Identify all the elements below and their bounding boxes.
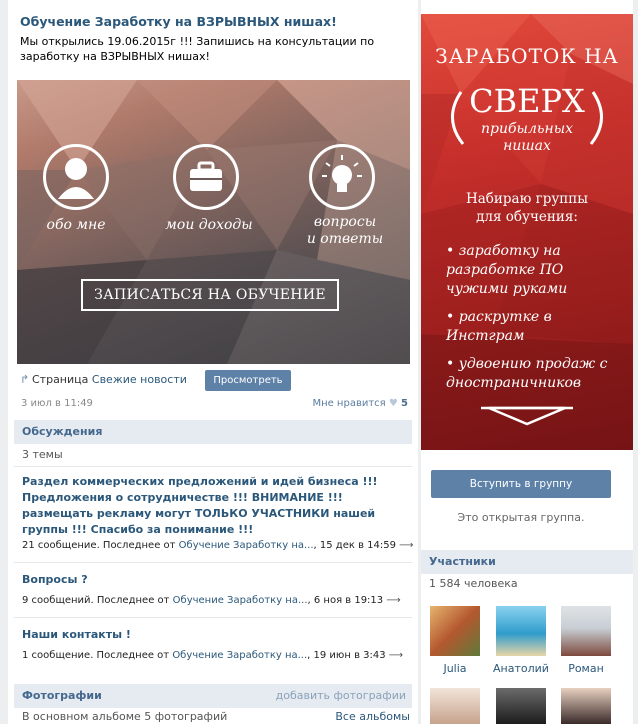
- album-text: В основном альбоме 5 фотографий: [22, 710, 228, 723]
- avatar[interactable]: [430, 688, 480, 724]
- briefcase-icon: [190, 161, 222, 191]
- member-name[interactable]: Анатолий: [489, 662, 553, 675]
- like-count: 5: [401, 398, 408, 409]
- promo-line3: прибыльных нишах: [481, 121, 573, 154]
- discussions-title[interactable]: Обсуждения: [22, 425, 102, 438]
- topic-meta-author[interactable]: Обучение Заработку на...: [172, 650, 307, 661]
- divider: [14, 617, 412, 618]
- signup-cta-button[interactable]: ЗАПИСАТЬСЯ НА ОБУЧЕНИЕ: [81, 279, 339, 311]
- arrow-right-icon[interactable]: ⟶: [399, 540, 413, 551]
- post-source-row: ↱ Страница Свежие новости Просмотреть: [20, 370, 410, 392]
- members-title[interactable]: Участники: [429, 555, 496, 568]
- promo-bullet: • заработку на разработке ПО чужими рука…: [446, 243, 568, 297]
- topic-meta: 21 сообщение. Последнее от Обучение Зара…: [22, 540, 414, 551]
- arrow-right-icon[interactable]: ⟶: [389, 650, 403, 661]
- photos-title[interactable]: Фотографии: [22, 689, 102, 702]
- discussions-header[interactable]: Обсуждения: [14, 420, 412, 444]
- topic-meta-author[interactable]: Обучение Заработку на...: [179, 540, 314, 551]
- topic-meta-prefix: 1 сообщение. Последнее от: [22, 650, 170, 661]
- divider: [14, 562, 412, 563]
- open-group-text: Это открытая группа.: [457, 511, 585, 524]
- sidebar-column: ЗАРАБОТОК НА СВЕРХ прибыльных нишах Наби…: [421, 0, 633, 724]
- heart-icon: ♥: [388, 398, 398, 409]
- post-title[interactable]: Обучение Заработку на ВЗРЫВНЫХ нишах!: [20, 14, 337, 29]
- topic-meta-date: , 19 июн в 3:43: [307, 650, 386, 661]
- promo-bullet-list: • заработку на разработке ПО чужими рука…: [446, 242, 626, 402]
- source-text: Страница Свежие новости: [32, 373, 187, 386]
- lightbulb-icon: [322, 155, 362, 192]
- like-label: Мне нравится: [312, 398, 386, 409]
- topic-meta-date: , 15 дек в 14:59: [313, 540, 396, 551]
- members-count: 1 584 человека: [429, 577, 518, 590]
- banner-label-income: мои доходы: [165, 217, 253, 233]
- post-banner-image[interactable]: обо мне мои доходы вопросы и ответы ЗАПИ…: [17, 80, 410, 364]
- banner-label-faq: вопросы и ответы: [306, 214, 384, 247]
- members-header[interactable]: Участники: [421, 550, 633, 574]
- promo-line2: СВЕРХ: [469, 82, 585, 120]
- avatar[interactable]: [430, 606, 480, 656]
- divider: [14, 466, 412, 467]
- about-me-circle[interactable]: [43, 144, 109, 210]
- post-text: Мы открылись 19.06.2015г !!! Запишись на…: [20, 35, 375, 63]
- discussions-count: 3 темы: [22, 448, 63, 461]
- user-icon: [58, 158, 94, 199]
- topic-meta-prefix: 21 сообщение. Последнее от: [22, 540, 176, 551]
- promo-bullet: • раскрутке в Инстграм: [446, 309, 552, 344]
- avatar[interactable]: [561, 688, 611, 724]
- member-name[interactable]: Роман: [554, 662, 618, 675]
- wall-column: Обучение Заработку на ВЗРЫВНЫХ нишах! Мы…: [8, 0, 418, 724]
- all-albums-link[interactable]: Все альбомы: [335, 710, 410, 723]
- topic-meta: 1 сообщение. Последнее от Обучение Зараб…: [22, 650, 403, 661]
- join-group-button[interactable]: Вступить в группу: [431, 470, 611, 498]
- like-button[interactable]: Мне нравится ♥ 5: [312, 398, 408, 409]
- promo-banner[interactable]: ЗАРАБОТОК НА СВЕРХ прибыльных нишах Наби…: [421, 14, 633, 450]
- topic-meta: 9 сообщений. Последнее от Обучение Зараб…: [22, 595, 401, 606]
- source-prefix: Страница: [32, 373, 89, 386]
- topic-meta-date: , 6 ноя в 19:13: [307, 595, 384, 606]
- topic-title[interactable]: Раздел коммерческих предложений и идей б…: [22, 474, 402, 538]
- member-name[interactable]: Julia: [423, 662, 487, 675]
- repost-arrow-icon: ↱: [20, 373, 30, 386]
- photos-header[interactable]: Фотографии добавить фотографии: [14, 684, 412, 708]
- avatar[interactable]: [561, 606, 611, 656]
- faq-circle[interactable]: [309, 144, 375, 210]
- topic-title[interactable]: Вопросы ?: [22, 572, 402, 588]
- topic-meta-author[interactable]: Обучение Заработку на...: [173, 595, 308, 606]
- arrow-right-icon[interactable]: ⟶: [386, 595, 400, 606]
- banner-label-about: обо мне: [46, 217, 106, 233]
- topic-title[interactable]: Наши контакты !: [22, 627, 402, 643]
- add-photos-link[interactable]: добавить фотографии: [276, 689, 406, 702]
- view-button[interactable]: Просмотреть: [205, 370, 291, 391]
- avatar[interactable]: [496, 606, 546, 656]
- post-date[interactable]: 3 июл в 11:49: [21, 398, 93, 409]
- income-circle[interactable]: [173, 144, 239, 210]
- avatar[interactable]: [496, 688, 546, 724]
- promo-bullet: • удвоению продаж с дностраничников: [446, 356, 608, 391]
- topic-meta-prefix: 9 сообщений. Последнее от: [22, 595, 170, 606]
- promo-body: Набираю группы для обучения:: [465, 191, 589, 225]
- promo-line1: ЗАРАБОТОК НА: [435, 44, 619, 68]
- source-link[interactable]: Свежие новости: [92, 373, 187, 386]
